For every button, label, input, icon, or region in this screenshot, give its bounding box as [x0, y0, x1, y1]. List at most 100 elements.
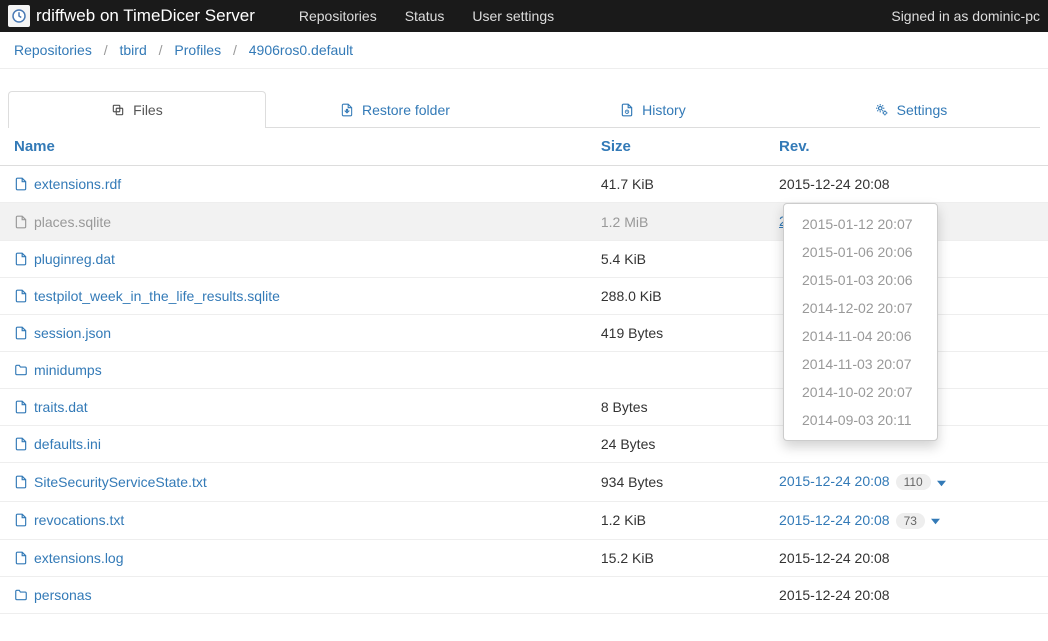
file-icon — [14, 437, 28, 451]
cell-name: pluginreg.dat — [0, 241, 587, 278]
breadcrumb-sep: / — [159, 42, 163, 58]
file-icon — [14, 513, 28, 527]
revision-dropdown[interactable]: 2015-01-12 20:072015-01-06 20:062015-01-… — [783, 203, 938, 441]
file-link[interactable]: session.json — [14, 325, 573, 341]
dropdown-item[interactable]: 2015-01-03 20:06 — [784, 266, 937, 294]
nav-link-repositories[interactable]: Repositories — [285, 0, 391, 32]
table-row: revocations.txt 1.2 KiB 2015-12-24 20:08 73 — [0, 501, 1048, 539]
caret-down-icon[interactable] — [931, 513, 940, 529]
file-icon — [14, 326, 28, 340]
col-header-size[interactable]: Size — [587, 128, 765, 166]
breadcrumb-sep: / — [104, 42, 108, 58]
cell-name: places.sqlite — [0, 203, 587, 241]
file-icon — [14, 551, 28, 565]
tab-settings[interactable]: Settings — [782, 91, 1040, 128]
file-name-text: pluginreg.dat — [34, 251, 115, 267]
nav-signed-in[interactable]: Signed in as dominic-pc — [891, 8, 1040, 24]
table-row: personas 2015-12-24 20:08 — [0, 576, 1048, 613]
revision-link[interactable]: 2015-12-24 20:08 — [779, 512, 890, 528]
revision-text: 2015-12-24 20:08 — [779, 587, 890, 603]
cell-rev: 2015-12-24 20:08 — [765, 539, 1048, 576]
file-name-text: extensions.rdf — [34, 176, 121, 192]
cell-size — [587, 576, 765, 613]
file-link[interactable]: pluginreg.dat — [14, 251, 573, 267]
tabs: Files Restore folder History Settings — [8, 91, 1040, 128]
col-header-name[interactable]: Name — [0, 128, 587, 166]
tab-files[interactable]: Files — [8, 91, 266, 128]
cell-size: 1.2 MiB — [587, 203, 765, 241]
tab-label: Restore folder — [362, 102, 450, 118]
dropdown-item[interactable]: 2014-12-02 20:07 — [784, 294, 937, 322]
restore-icon — [340, 102, 354, 118]
cell-size: 419 Bytes — [587, 315, 765, 352]
file-name-text: revocations.txt — [34, 512, 124, 528]
file-name-text: places.sqlite — [34, 214, 111, 230]
tab-restore[interactable]: Restore folder — [266, 91, 524, 128]
breadcrumb-item[interactable]: tbird — [120, 42, 147, 58]
file-icon — [14, 475, 28, 489]
file-name-text: personas — [34, 587, 92, 603]
dropdown-item[interactable]: 2015-01-06 20:06 — [784, 238, 937, 266]
file-link[interactable]: places.sqlite — [14, 214, 573, 230]
tab-history[interactable]: History — [524, 91, 782, 128]
table-row: extensions.rdf 41.7 KiB2015-12-24 20:08 — [0, 166, 1048, 203]
revision-count-badge: 73 — [896, 513, 925, 529]
file-link[interactable]: SiteSecurityServiceState.txt — [14, 474, 573, 490]
col-header-rev[interactable]: Rev. — [765, 128, 1048, 166]
cell-size: 1.2 KiB — [587, 501, 765, 539]
breadcrumb-item[interactable]: 4906ros0.default — [249, 42, 353, 58]
cell-name: revocations.txt — [0, 501, 587, 539]
cell-size: 24 Bytes — [587, 426, 765, 463]
cell-size: 15.2 KiB — [587, 539, 765, 576]
cell-name: extensions.log — [0, 539, 587, 576]
gears-icon — [875, 102, 889, 118]
file-link[interactable]: extensions.rdf — [14, 176, 573, 192]
brand-text: rdiffweb on TimeDicer Server — [36, 6, 255, 26]
cell-size: 934 Bytes — [587, 463, 765, 501]
dropdown-item[interactable]: 2015-01-12 20:07 — [784, 210, 937, 238]
file-icon — [14, 400, 28, 414]
brand[interactable]: rdiffweb on TimeDicer Server — [8, 5, 255, 27]
folder-link[interactable]: personas — [14, 587, 573, 603]
nav-link-user-settings[interactable]: User settings — [458, 0, 568, 32]
cell-size: 5.4 KiB — [587, 241, 765, 278]
cell-size — [587, 352, 765, 389]
nav-link-status[interactable]: Status — [391, 0, 459, 32]
cell-name: traits.dat — [0, 389, 587, 426]
file-link[interactable]: revocations.txt — [14, 512, 573, 528]
cell-size: 41.7 KiB — [587, 166, 765, 203]
file-name-text: SiteSecurityServiceState.txt — [34, 474, 207, 490]
file-link[interactable]: testpilot_week_in_the_life_results.sqlit… — [14, 288, 573, 304]
dropdown-item[interactable]: 2014-10-02 20:07 — [784, 378, 937, 406]
file-name-text: defaults.ini — [34, 436, 101, 452]
revision-link[interactable]: 2015-12-24 20:08 — [779, 473, 890, 489]
dropdown-item[interactable]: 2014-11-04 20:06 — [784, 322, 937, 350]
dropdown-item[interactable]: 2014-09-03 20:11 — [784, 406, 937, 434]
file-link[interactable]: defaults.ini — [14, 436, 573, 452]
breadcrumb-item[interactable]: Repositories — [14, 42, 92, 58]
dropdown-item[interactable]: 2014-11-03 20:07 — [784, 350, 937, 378]
caret-down-icon[interactable] — [937, 475, 946, 491]
cell-rev: 2015-12-24 20:08 — [765, 166, 1048, 203]
cell-rev: 2015-12-24 20:08110 — [765, 463, 1048, 501]
breadcrumb-item[interactable]: Profiles — [174, 42, 221, 58]
file-icon — [14, 215, 28, 229]
breadcrumb-sep: / — [233, 42, 237, 58]
folder-link[interactable]: minidumps — [14, 362, 573, 378]
file-name-text: traits.dat — [34, 399, 88, 415]
cell-name: minidumps — [0, 352, 587, 389]
cell-name: SiteSecurityServiceState.txt — [0, 463, 587, 501]
cell-size: 8 Bytes — [587, 389, 765, 426]
file-link[interactable]: extensions.log — [14, 550, 573, 566]
tab-label: Settings — [897, 102, 948, 118]
file-link[interactable]: traits.dat — [14, 399, 573, 415]
files-icon — [111, 102, 125, 118]
brand-clock-icon — [8, 5, 30, 27]
revision-text: 2015-12-24 20:08 — [779, 550, 890, 566]
navbar: rdiffweb on TimeDicer Server Repositorie… — [0, 0, 1048, 32]
file-name-text: minidumps — [34, 362, 102, 378]
cell-rev: 2015-12-24 20:08 73 — [765, 501, 1048, 539]
table-row: SiteSecurityServiceState.txt934 Bytes201… — [0, 463, 1048, 501]
cell-name: defaults.ini — [0, 426, 587, 463]
cell-name: personas — [0, 576, 587, 613]
